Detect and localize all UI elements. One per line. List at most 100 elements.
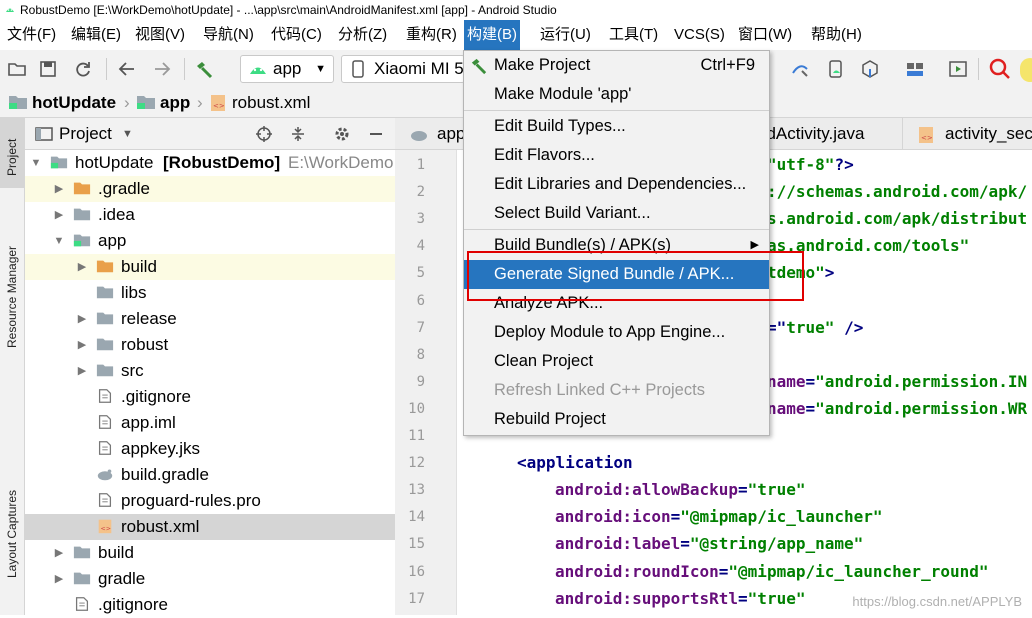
line-number: 2 bbox=[416, 184, 425, 201]
back-arrow-icon[interactable] bbox=[117, 59, 137, 79]
chevron-right-icon: › bbox=[197, 93, 203, 112]
tree-row[interactable]: .gitignore bbox=[25, 592, 395, 618]
tree-row[interactable]: ▶ gradle bbox=[25, 566, 395, 592]
project-panel-title[interactable]: Project bbox=[59, 118, 112, 150]
menu-item-9[interactable]: 工具(T) bbox=[606, 20, 661, 50]
menu-item-6[interactable]: 重构(R) bbox=[403, 20, 460, 50]
tree-row[interactable]: .gitignore bbox=[25, 384, 395, 410]
forward-arrow-icon[interactable] bbox=[152, 59, 172, 79]
menu-item-5[interactable]: 分析(Z) bbox=[335, 20, 390, 50]
save-icon[interactable] bbox=[38, 59, 58, 79]
tab-activity-second[interactable]: <> activity_seco bbox=[903, 118, 1032, 150]
breadcrumb-item-app[interactable]: app bbox=[160, 88, 190, 118]
tab-java[interactable]: ndActivity.java bbox=[755, 118, 903, 150]
tree-row-label: .gitignore bbox=[121, 387, 191, 406]
sync-icon[interactable] bbox=[73, 59, 93, 79]
tree-row[interactable]: ▼ hotUpdate [RobustDemo] E:\WorkDemo bbox=[25, 150, 395, 176]
device-select[interactable]: Xiaomi MI 5 bbox=[341, 55, 465, 83]
build-menu-item[interactable]: Select Build Variant... bbox=[464, 199, 769, 228]
chevron-down-icon[interactable]: ▼ bbox=[53, 228, 65, 254]
build-menu-item[interactable]: Make Module 'app' bbox=[464, 80, 769, 109]
menu-separator bbox=[464, 229, 769, 230]
line-number: 1 bbox=[416, 157, 425, 173]
breadcrumb-item-robust-xml[interactable]: robust.xml bbox=[232, 88, 310, 118]
line-number: 10 bbox=[408, 400, 425, 417]
chevron-down-icon[interactable]: ▼ bbox=[30, 150, 42, 176]
tree-row[interactable]: ▶ release bbox=[25, 306, 395, 332]
chevron-right-icon[interactable]: ▶ bbox=[53, 176, 65, 202]
code-line: android:label="@string/app_name" bbox=[555, 534, 863, 553]
menu-item-4[interactable]: 代码(C) bbox=[268, 20, 325, 50]
tree-row[interactable]: ▶ .idea bbox=[25, 202, 395, 228]
tree-row[interactable]: ▶ robust bbox=[25, 332, 395, 358]
code-token: roundIcon bbox=[632, 561, 719, 581]
menu-item-7[interactable]: 构建(B) bbox=[464, 20, 520, 50]
folder-icon bbox=[96, 364, 114, 377]
breadcrumb-item-hotupdate[interactable]: hotUpdate bbox=[32, 88, 116, 118]
menu-item-8[interactable]: 运行(U) bbox=[537, 20, 594, 50]
tree-row[interactable]: ▶ .gradle bbox=[25, 176, 395, 202]
sdk-manager-icon[interactable] bbox=[860, 59, 880, 79]
tree-row[interactable]: build.gradle bbox=[25, 462, 395, 488]
code-token: = bbox=[805, 371, 816, 391]
chevron-right-icon[interactable]: ▶ bbox=[53, 202, 65, 228]
chevron-right-icon[interactable]: ▶ bbox=[76, 332, 88, 358]
tree-row[interactable]: libs bbox=[25, 280, 395, 306]
line-number: 16 bbox=[408, 563, 425, 580]
tree-row[interactable]: <> robust.xml bbox=[25, 514, 395, 540]
tree-row-label: app bbox=[98, 231, 127, 250]
search-icon[interactable] bbox=[988, 57, 1012, 81]
code-line: name="android.permission.WR bbox=[767, 399, 1027, 418]
menu-item-12[interactable]: 帮助(H) bbox=[808, 20, 865, 50]
build-menu-item[interactable]: Edit Build Types... bbox=[464, 112, 769, 141]
chevron-right-icon[interactable]: ▶ bbox=[76, 306, 88, 332]
android-studio-icon bbox=[6, 8, 14, 12]
collapse-all-icon[interactable] bbox=[289, 125, 307, 143]
build-menu-item[interactable]: Make Project Ctrl+F9 bbox=[464, 51, 769, 80]
tree-row[interactable]: ▶ build bbox=[25, 254, 395, 280]
menu-item-2[interactable]: 视图(V) bbox=[132, 20, 188, 50]
minimize-icon[interactable] bbox=[367, 125, 385, 143]
tree-row[interactable]: appkey.jks bbox=[25, 436, 395, 462]
tree-row[interactable]: ▼ app bbox=[25, 228, 395, 254]
build-menu-item-label: Refresh Linked C++ Projects bbox=[494, 381, 705, 399]
build-menu-item[interactable]: Rebuild Project bbox=[464, 405, 769, 434]
code-token: "utf-8" bbox=[767, 155, 835, 174]
make-hammer-icon[interactable] bbox=[194, 59, 214, 79]
folder-icon bbox=[96, 312, 114, 325]
tree-row[interactable]: app.iml bbox=[25, 410, 395, 436]
build-menu-item[interactable]: Deploy Module to App Engine... bbox=[464, 318, 769, 347]
menu-item-11[interactable]: 窗口(W) bbox=[735, 20, 795, 50]
gear-icon[interactable] bbox=[333, 125, 351, 143]
layout-inspector-icon[interactable] bbox=[948, 59, 968, 79]
hammer-icon bbox=[471, 58, 487, 75]
open-folder-icon[interactable] bbox=[7, 59, 27, 79]
code-token: android: bbox=[555, 534, 633, 554]
code-token: "android.permission.IN bbox=[815, 371, 1028, 391]
build-menu-item[interactable]: Clean Project bbox=[464, 347, 769, 376]
menu-item-10[interactable]: VCS(S) bbox=[671, 20, 728, 50]
build-menu-item[interactable]: Edit Flavors... bbox=[464, 141, 769, 170]
chevron-right-icon[interactable]: ▶ bbox=[53, 540, 65, 566]
line-number: 13 bbox=[408, 482, 425, 499]
menu-item-0[interactable]: 文件(F) bbox=[4, 20, 59, 50]
tree-row[interactable]: ▶ src bbox=[25, 358, 395, 384]
chevron-right-icon[interactable]: ▶ bbox=[53, 566, 65, 592]
chevron-down-icon[interactable]: ▼ bbox=[122, 118, 133, 150]
module-folder-icon bbox=[137, 96, 155, 109]
project-structure-icon[interactable] bbox=[905, 59, 925, 79]
avd-manager-icon[interactable] bbox=[826, 59, 846, 79]
tree-row[interactable]: ▶ build bbox=[25, 540, 395, 566]
build-menu-item[interactable]: Edit Libraries and Dependencies... bbox=[464, 170, 769, 199]
menu-item-1[interactable]: 编辑(E) bbox=[68, 20, 124, 50]
chevron-right-icon[interactable]: ▶ bbox=[76, 358, 88, 384]
chevron-right-icon[interactable]: ▶ bbox=[76, 254, 88, 280]
run-config-select[interactable]: app ▼ bbox=[240, 55, 334, 83]
help-badge-icon[interactable] bbox=[1020, 58, 1032, 82]
tree-row[interactable]: proguard-rules.pro bbox=[25, 488, 395, 514]
apply-changes-icon[interactable] bbox=[790, 59, 810, 79]
title-bar: RobustDemo [E:\WorkDemo\hotUpdate] - ...… bbox=[0, 0, 1032, 20]
menu-item-3[interactable]: 导航(N) bbox=[200, 20, 257, 50]
locate-target-icon[interactable] bbox=[255, 125, 273, 143]
code-token: = bbox=[680, 534, 690, 554]
